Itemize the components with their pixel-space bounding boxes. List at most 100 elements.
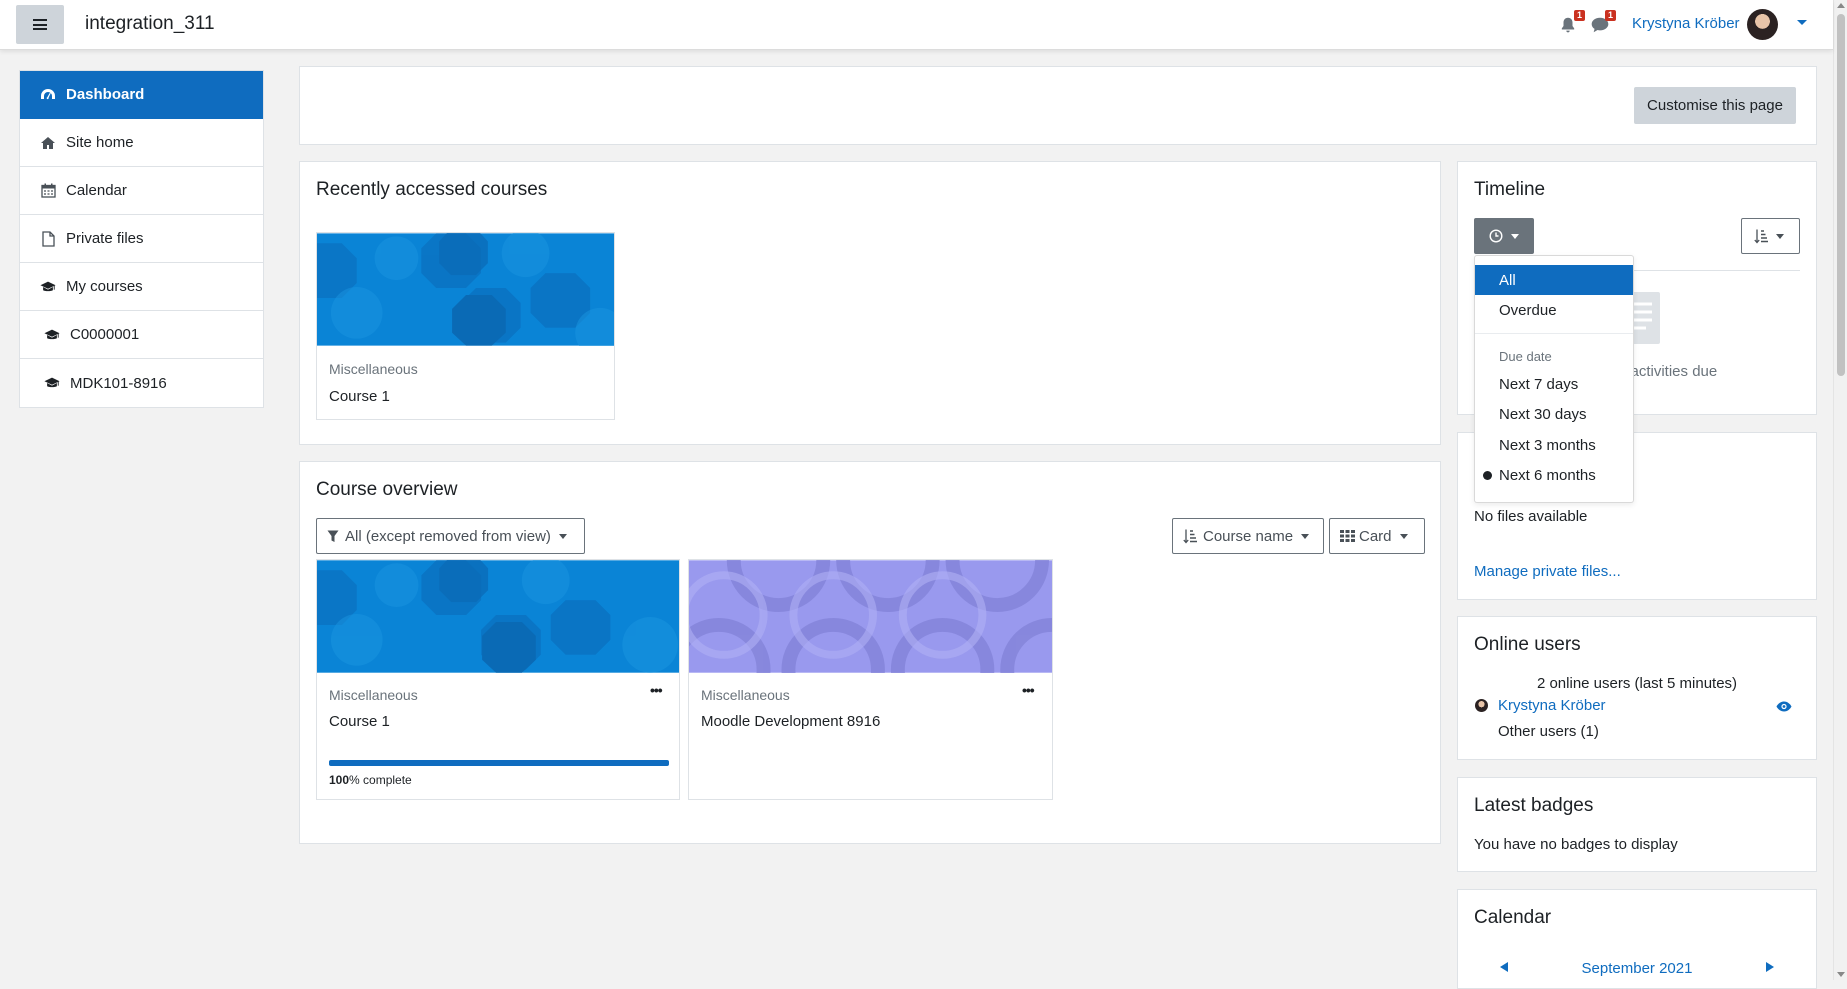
course-overview-title: Course overview — [316, 479, 458, 500]
menu-divider — [1475, 333, 1633, 334]
recent-course-card[interactable]: Miscellaneous Course 1 — [316, 232, 615, 420]
private-files-empty-text: No files available — [1474, 508, 1588, 525]
online-users-title: Online users — [1474, 634, 1581, 655]
messages-count-badge: 1 — [1604, 10, 1616, 21]
menu-toggle-button[interactable] — [16, 5, 64, 44]
course-image[interactable] — [317, 233, 614, 346]
page-header: Customise this page — [299, 66, 1817, 145]
course-category: Miscellaneous — [701, 687, 790, 703]
sidebar-item-calendar[interactable]: Calendar — [20, 167, 263, 215]
course-category: Miscellaneous — [329, 687, 418, 703]
course-image[interactable] — [689, 560, 1052, 673]
scrollbar-thumb[interactable] — [1837, 14, 1845, 376]
course-actions-menu-icon[interactable]: ••• — [650, 682, 663, 698]
course-progress-percent: 100 — [329, 773, 350, 787]
course-card[interactable]: Miscellaneous ••• Course 1 100% complete — [316, 559, 680, 800]
course-category: Miscellaneous — [329, 361, 418, 377]
timeline-filter-button[interactable] — [1474, 218, 1534, 254]
filter-icon — [327, 530, 339, 542]
chevron-down-icon — [1399, 533, 1408, 539]
sidebar-item-mdk101-8916[interactable]: MDK101-8916 — [20, 359, 263, 407]
next-month-icon[interactable] — [1766, 962, 1774, 972]
calendar-month-link[interactable]: September 2021 — [1458, 960, 1816, 977]
online-users-summary: 2 online users (last 5 minutes) — [1536, 675, 1738, 692]
sort-icon — [1183, 529, 1197, 543]
timeline-filter-overdue[interactable]: Overdue — [1475, 295, 1633, 325]
course-sort-label: Course name — [1203, 527, 1294, 545]
sidebar-item-label: Dashboard — [66, 86, 145, 103]
course-card[interactable]: Miscellaneous ••• Moodle Development 891… — [688, 559, 1053, 800]
user-avatar[interactable] — [1747, 9, 1778, 40]
scroll-up-icon[interactable] — [1837, 3, 1845, 8]
top-navbar: integration_311 1 1 Krystyna Kröber — [0, 0, 1833, 50]
calendar-title: Calendar — [1474, 907, 1552, 928]
course-name-link[interactable]: Moodle Development 8916 — [701, 713, 880, 730]
timeline-filter-next-3-months[interactable]: Next 3 months — [1475, 430, 1633, 460]
customise-page-button[interactable]: Customise this page — [1634, 87, 1796, 124]
chevron-down-icon — [1511, 233, 1519, 239]
course-sort-dropdown[interactable]: Course name — [1172, 518, 1324, 554]
sidebar-item-label: Site home — [66, 134, 134, 151]
course-overview-block: Course overview All (except removed from… — [299, 461, 1441, 844]
timeline-filter-next-7-days[interactable]: Next 7 days — [1475, 369, 1633, 399]
page-scrollbar[interactable] — [1833, 0, 1847, 980]
file-icon — [40, 230, 56, 247]
nav-list: Dashboard Site home Calendar Private fil… — [19, 70, 264, 408]
timeline-filter-next-6-months[interactable]: Next 6 months — [1475, 460, 1633, 490]
dashboard-icon — [40, 87, 56, 103]
user-menu-name[interactable]: Krystyna Kröber — [1632, 15, 1740, 32]
online-user-link[interactable]: Krystyna Kröber — [1498, 697, 1606, 714]
timeline-filter-menu: All Overdue Due date Next 7 days Next 30… — [1474, 255, 1634, 503]
badges-empty-text: You have no badges to display — [1474, 836, 1678, 853]
sidebar-item-dashboard[interactable]: Dashboard — [20, 71, 263, 119]
user-avatar — [1475, 699, 1488, 712]
course-actions-menu-icon[interactable]: ••• — [1022, 682, 1035, 698]
notifications-button[interactable]: 1 — [1559, 10, 1585, 35]
sidebar-item-label: Calendar — [66, 182, 127, 199]
course-image[interactable] — [317, 560, 679, 673]
course-name-link[interactable]: Course 1 — [329, 388, 390, 405]
notifications-count-badge: 1 — [1573, 10, 1585, 21]
sidebar-item-label: MDK101-8916 — [70, 374, 167, 392]
clock-icon — [1489, 229, 1503, 243]
scroll-down-icon[interactable] — [1837, 972, 1845, 977]
eye-icon[interactable] — [1776, 701, 1792, 712]
timeline-menu-header: Due date — [1499, 349, 1552, 364]
course-filter-dropdown[interactable]: All (except removed from view) — [316, 518, 585, 554]
calendar-block: Calendar September 2021 — [1457, 889, 1817, 989]
hamburger-icon — [33, 19, 47, 30]
latest-badges-title: Latest badges — [1474, 795, 1594, 816]
course-view-label: Card — [1359, 527, 1392, 545]
course-view-dropdown[interactable]: Card — [1329, 518, 1425, 554]
graduation-cap-icon — [40, 279, 56, 295]
nav-drawer: Dashboard Site home Calendar Private fil… — [0, 51, 284, 980]
selected-indicator-icon — [1483, 471, 1492, 480]
home-icon — [40, 135, 56, 151]
manage-private-files-link[interactable]: Manage private files... — [1474, 563, 1621, 580]
site-name[interactable]: integration_311 — [85, 13, 215, 35]
course-progress-suffix: % complete — [349, 773, 412, 787]
sidebar-item-label: My courses — [66, 278, 143, 295]
sort-icon — [1754, 229, 1768, 243]
timeline-filter-next-30-days[interactable]: Next 30 days — [1475, 399, 1633, 429]
course-name-link[interactable]: Course 1 — [329, 713, 390, 730]
sidebar-item-private-files[interactable]: Private files — [20, 215, 263, 263]
timeline-filter-all[interactable]: All — [1475, 265, 1633, 295]
chevron-down-icon — [558, 533, 567, 539]
chevron-down-icon[interactable] — [1797, 20, 1807, 25]
course-progress-text: 100% complete — [329, 773, 412, 787]
course-progress-bar — [329, 760, 669, 766]
sidebar-item-site-home[interactable]: Site home — [20, 119, 263, 167]
sidebar-item-label: Private files — [66, 230, 144, 247]
sidebar-item-my-courses[interactable]: My courses — [20, 263, 263, 311]
timeline-title: Timeline — [1474, 179, 1546, 200]
messages-button[interactable]: 1 — [1590, 10, 1616, 35]
online-users-block: Online users 2 online users (last 5 minu… — [1457, 616, 1817, 760]
grid-icon — [1340, 530, 1355, 542]
graduation-cap-icon — [44, 375, 60, 391]
online-other-users: Other users (1) — [1498, 723, 1599, 740]
course-filter-label: All (except removed from view) — [345, 527, 551, 545]
sidebar-item-c0000001[interactable]: C0000001 — [20, 311, 263, 359]
calendar-icon — [40, 183, 56, 199]
timeline-sort-button[interactable] — [1741, 218, 1800, 254]
